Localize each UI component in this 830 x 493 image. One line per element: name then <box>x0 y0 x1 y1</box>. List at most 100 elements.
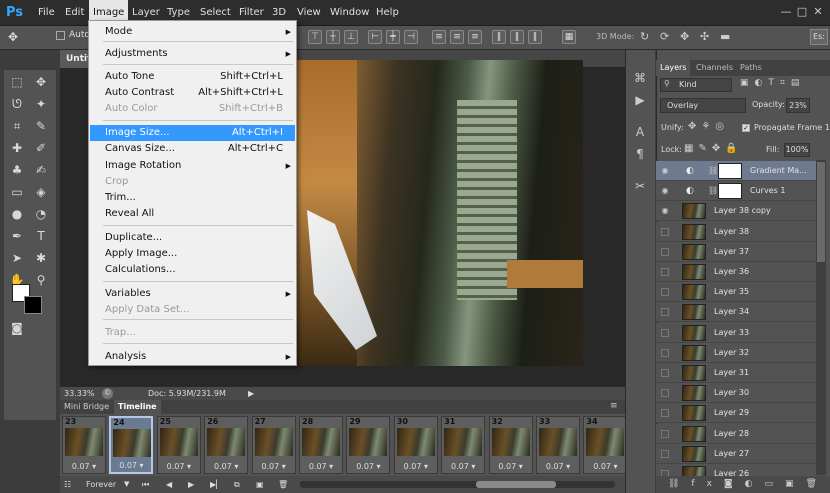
tab-channels[interactable]: Channels <box>692 60 737 76</box>
tween-icon[interactable]: ⧉ <box>234 476 240 493</box>
path-select-icon[interactable]: ➤ <box>6 248 28 268</box>
auto-select-checkbox[interactable] <box>56 31 65 40</box>
timeline-frame[interactable]: 31 0.07 ▾ <box>441 416 486 474</box>
workspace-switcher[interactable]: Es: <box>810 29 828 45</box>
visibility-eye-icon[interactable]: ◉ <box>660 186 670 196</box>
clone-stamp-icon[interactable]: ♣ <box>6 160 28 180</box>
tab-timeline[interactable]: Timeline <box>114 400 161 414</box>
magic-wand-icon[interactable]: ✦ <box>30 94 52 114</box>
frame-delay[interactable]: 0.07 ▾ <box>490 462 532 471</box>
visibility-toggle[interactable] <box>661 449 669 458</box>
3d-drag-icon[interactable]: ✥ <box>680 30 689 43</box>
menu-item-auto-tone[interactable]: Auto Tone Shift+Ctrl+L <box>90 69 295 85</box>
align-top-icon[interactable]: ⊤ <box>308 30 322 44</box>
layer-row[interactable]: Layer 28 <box>656 423 816 444</box>
paragraph-panel-icon[interactable]: ¶ <box>632 146 648 162</box>
visibility-toggle[interactable] <box>661 308 669 317</box>
menu-edit[interactable]: Edit <box>61 0 88 26</box>
frame-delay[interactable]: 0.07 ▾ <box>253 462 295 471</box>
timeline-frame[interactable]: 30 0.07 ▾ <box>393 416 438 474</box>
timeline-frame[interactable]: 34 0.07 ▾ <box>583 416 628 474</box>
unify-icons[interactable]: ✥⚘◎ <box>688 121 729 132</box>
frame-delay[interactable]: 0.07 ▾ <box>537 462 579 471</box>
timeline-scrollbar[interactable] <box>300 481 615 488</box>
frame-delay[interactable]: 0.07 ▾ <box>205 462 247 471</box>
history-panel-icon[interactable]: ⌘ <box>632 70 648 86</box>
menu-item-analysis[interactable]: Analysis ▶ <box>90 349 295 365</box>
layer-row[interactable]: Layer 27 <box>656 443 816 464</box>
minimize-icon[interactable]: — <box>778 5 794 18</box>
maximize-icon[interactable]: □ <box>794 5 810 18</box>
healing-brush-icon[interactable]: ✚ <box>6 138 28 158</box>
menu-item-image-size[interactable]: Image Size... Alt+Ctrl+I <box>90 125 295 141</box>
layer-row[interactable]: Layer 30 <box>656 383 816 404</box>
blend-mode-select[interactable]: Overlay <box>660 98 746 113</box>
layer-row[interactable]: ◉ ◐ ⛓ Curves 1 <box>656 181 816 202</box>
character-panel-icon[interactable]: A <box>632 124 648 140</box>
layer-row[interactable]: ◉ Layer 38 copy <box>656 201 816 222</box>
pen-tool-icon[interactable]: ✒ <box>6 226 28 246</box>
lock-icons[interactable]: ▦✎✥🔒 <box>684 143 743 154</box>
fill-input[interactable]: 100% <box>784 143 810 157</box>
menu-item-variables[interactable]: Variables ▶ <box>90 286 295 302</box>
visibility-toggle[interactable] <box>661 268 669 276</box>
distribute-bottom-icon[interactable]: ≡ <box>468 30 482 44</box>
brush-tool-icon[interactable]: ✐ <box>30 138 52 158</box>
layers-scroll-thumb[interactable] <box>817 162 825 262</box>
background-color-swatch[interactable] <box>24 296 42 314</box>
layer-row[interactable]: Layer 34 <box>656 302 816 323</box>
menu-item-reveal-all[interactable]: Reveal All <box>90 206 295 222</box>
timeline-frame[interactable]: 33 0.07 ▾ <box>536 416 580 474</box>
timeline-frame[interactable]: 26 0.07 ▾ <box>204 416 249 474</box>
layer-filter-icons[interactable]: ▣◐T⌗▤ <box>740 78 805 88</box>
quick-mask-icon[interactable]: ◙ <box>6 318 28 338</box>
timeline-scroll-thumb[interactable] <box>476 481 556 488</box>
distribute-left-icon[interactable]: ‖ <box>492 30 506 44</box>
menu-help[interactable]: Help <box>372 0 403 26</box>
opacity-input[interactable]: 23% <box>786 98 810 113</box>
visibility-toggle[interactable] <box>661 247 669 256</box>
frame-delay[interactable]: 0.07 ▾ <box>584 462 626 471</box>
menu-window[interactable]: Window <box>326 0 373 26</box>
eyedropper-icon[interactable]: ✎ <box>30 116 52 136</box>
timeline-frame[interactable]: 24 0.07 ▾ <box>109 416 154 474</box>
visibility-eye-icon[interactable]: ◉ <box>660 166 670 176</box>
align-hcenter-icon[interactable]: ┿ <box>386 30 400 44</box>
menu-item-canvas-size[interactable]: Canvas Size... Alt+Ctrl+C <box>90 141 295 157</box>
canvas-image[interactable] <box>297 60 583 366</box>
menu-item-auto-contrast[interactable]: Auto Contrast Alt+Shift+Ctrl+L <box>90 85 295 101</box>
status-menu-arrow-icon[interactable]: ▶ <box>248 387 254 400</box>
layer-row[interactable]: Layer 32 <box>656 342 816 363</box>
status-info-icon[interactable]: © <box>102 388 113 399</box>
frame-delay[interactable]: 0.07 ▾ <box>63 462 105 471</box>
panel-menu-icon[interactable]: ≡ <box>610 401 618 411</box>
close-icon[interactable]: ✕ <box>810 5 826 18</box>
layer-row[interactable]: Layer 35 <box>656 282 816 303</box>
menu-item-apply-image[interactable]: Apply Image... <box>90 246 295 262</box>
timeline-frame[interactable]: 29 0.07 ▾ <box>346 416 391 474</box>
tool-presets-icon[interactable]: ✂ <box>632 178 648 194</box>
zoom-level[interactable]: 33.33% <box>64 387 95 400</box>
layer-filter-kind[interactable]: Kind <box>660 78 732 92</box>
crop-tool-icon[interactable]: ⌗ <box>6 116 28 136</box>
layer-row[interactable]: Layer 38 <box>656 221 816 242</box>
layers-bottom-icons[interactable]: ⛓fx◙◐▭▣🗑 <box>656 476 830 493</box>
3d-scale-icon[interactable]: ▬ <box>720 30 730 43</box>
align-vcenter-icon[interactable]: ┼ <box>326 30 340 44</box>
menu-item-image-rotation[interactable]: Image Rotation ▶ <box>90 158 295 174</box>
marquee-tool-icon[interactable]: ⬚ <box>6 72 28 92</box>
menu-item-adjustments[interactable]: Adjustments ▶ <box>90 46 295 62</box>
move-tool-icon[interactable]: ✥ <box>8 30 18 44</box>
3d-rotate-icon[interactable]: ↻ <box>640 30 649 43</box>
dodge-tool-icon[interactable]: ◔ <box>30 204 52 224</box>
distribute-hcenter-icon[interactable]: ‖ <box>510 30 524 44</box>
menu-item-mode[interactable]: Mode ▶ <box>90 24 295 40</box>
align-left-icon[interactable]: ⊢ <box>368 30 382 44</box>
shape-tool-icon[interactable]: ✱ <box>30 248 52 268</box>
distribute-vcenter-icon[interactable]: ≡ <box>450 30 464 44</box>
visibility-toggle[interactable] <box>661 409 669 418</box>
layer-row[interactable]: Layer 29 <box>656 403 816 424</box>
menu-view[interactable]: View <box>293 0 325 26</box>
next-frame-icon[interactable]: ▶▏ <box>210 476 222 493</box>
layer-mask-thumbnail[interactable] <box>718 163 742 179</box>
